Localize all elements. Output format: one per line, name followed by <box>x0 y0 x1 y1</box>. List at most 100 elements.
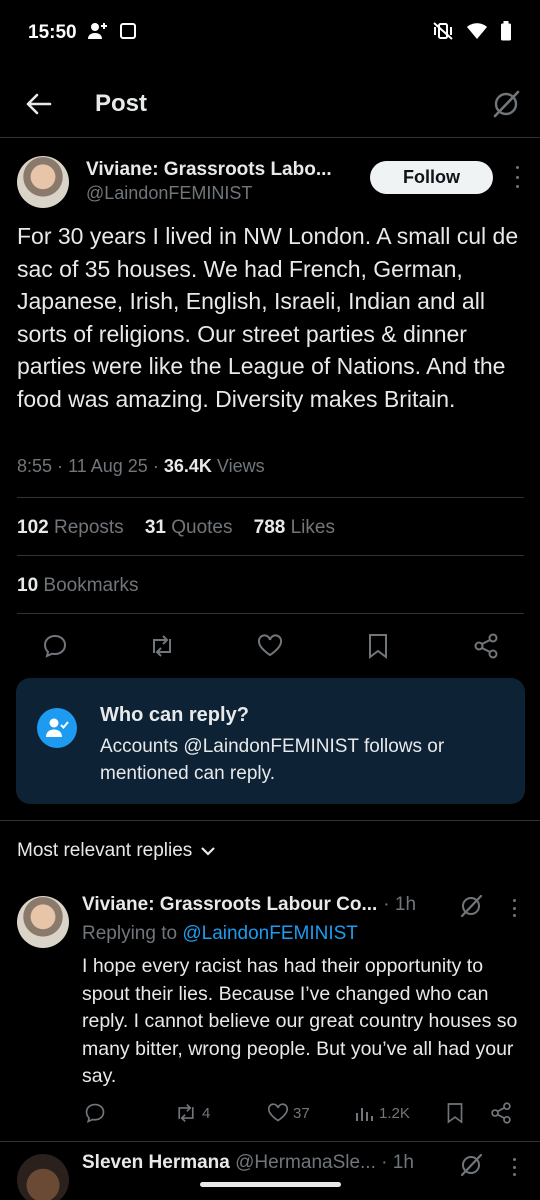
more-options-button[interactable] <box>510 899 518 917</box>
more-dot <box>512 899 516 902</box>
more-options-button[interactable] <box>510 1158 518 1176</box>
bookmark-icon <box>369 634 387 659</box>
quotes-stat[interactable]: 31 Quotes <box>145 517 233 538</box>
repost-icon <box>178 1103 194 1123</box>
repost-icon <box>153 635 171 657</box>
status-right <box>432 20 512 46</box>
divider <box>0 820 540 821</box>
reply-author-name[interactable]: Sleven Hermana <box>82 1152 230 1173</box>
reply-button[interactable] <box>84 1100 106 1126</box>
repost-button[interactable]: 4 <box>174 1100 210 1126</box>
bookmarks-stat[interactable]: 10 Bookmarks <box>17 575 138 597</box>
more-dot <box>512 1158 516 1161</box>
chevron-down-icon <box>201 847 216 856</box>
bookmark-button[interactable] <box>446 1100 464 1126</box>
divider <box>17 497 524 498</box>
grok-icon <box>460 1153 483 1177</box>
more-dot <box>515 166 519 169</box>
views-count[interactable]: 36.4K <box>164 456 212 476</box>
share-icon <box>474 633 498 659</box>
avatar[interactable] <box>17 156 69 208</box>
heart-icon <box>257 634 283 657</box>
post-time: 8:55 <box>17 456 53 476</box>
reply-icon <box>43 634 67 658</box>
analytics-icon <box>356 1108 373 1121</box>
reply-author-handle[interactable]: @HermanaSle... <box>235 1152 376 1173</box>
share-button[interactable] <box>472 632 500 660</box>
reply-text: I hope every racist has had their opport… <box>82 955 518 1087</box>
views-button[interactable]: 1.2K <box>355 1100 410 1126</box>
meta-separator: · <box>152 456 164 476</box>
reply-time: · 1h <box>383 894 417 915</box>
who-can-reply-title: Who can reply? <box>100 704 249 726</box>
reply-icon <box>85 1103 105 1123</box>
quotes-label: Quotes <box>171 517 233 538</box>
add-user-icon <box>87 21 109 46</box>
replies-sort-label: Most relevant replies <box>17 840 193 861</box>
bookmarks-count: 10 <box>17 575 39 596</box>
likes-count: 788 <box>253 517 286 538</box>
likes-label: Likes <box>290 517 335 538</box>
bookmark-icon <box>447 1103 463 1124</box>
follow-button[interactable]: Follow <box>370 161 493 194</box>
like-button[interactable]: 37 <box>267 1100 310 1126</box>
divider <box>17 555 524 556</box>
post-actions <box>0 632 540 662</box>
more-dot <box>512 914 516 917</box>
more-dot <box>512 1165 516 1169</box>
reply-actions: 4 37 1.2K <box>0 1100 540 1128</box>
main-post: Viviane: Grassroots Labo... @LaindonFEMI… <box>0 140 540 804</box>
more-dot <box>512 1173 516 1176</box>
author-handle[interactable]: @LaindonFEMINIST <box>86 183 252 204</box>
reposts-stat[interactable]: 102 Reposts <box>17 517 124 538</box>
reposts-label: Reposts <box>53 517 124 538</box>
battery-icon <box>500 20 512 46</box>
share-button[interactable] <box>490 1100 512 1126</box>
mention-link[interactable]: @LaindonFEMINIST <box>182 923 358 944</box>
meta-separator: · <box>57 456 69 476</box>
reply-item[interactable]: Viviane: Grassroots Labour Co... · 1h Re… <box>0 880 540 1140</box>
grok-button[interactable] <box>458 1152 484 1178</box>
reply-header: Viviane: Grassroots Labour Co... · 1h <box>82 894 416 916</box>
grok-button[interactable] <box>488 86 524 122</box>
avatar[interactable] <box>17 1154 69 1200</box>
screen-icon <box>119 22 137 45</box>
who-can-reply-card: Who can reply? Accounts @LaindonFEMINIST… <box>16 678 525 804</box>
bookmark-button[interactable] <box>364 632 392 660</box>
reply-time: · 1h <box>381 1152 414 1173</box>
reply-button[interactable] <box>41 632 69 660</box>
repost-button[interactable] <box>148 632 176 660</box>
post-text: For 30 years I lived in NW London. A sma… <box>17 223 519 412</box>
post-author-row: Viviane: Grassroots Labo... @LaindonFEMI… <box>0 140 540 222</box>
more-options-button[interactable] <box>512 166 522 188</box>
likes-stat[interactable]: 788 Likes <box>254 517 335 538</box>
quotes-count: 31 <box>144 517 166 538</box>
view-count: 1.2K <box>379 1104 410 1122</box>
engagement-stats: 102 Reposts 31 Quotes 788 Likes <box>17 517 335 539</box>
vibrate-off-icon <box>432 21 454 46</box>
avatar[interactable] <box>17 896 69 948</box>
back-button[interactable] <box>22 88 54 120</box>
like-button[interactable] <box>256 632 284 660</box>
like-count: 37 <box>293 1104 310 1122</box>
grok-icon <box>460 894 483 918</box>
share-icon <box>491 1102 511 1124</box>
post-meta: 8:55 · 11 Aug 25 · 36.4K Views <box>17 456 265 477</box>
divider <box>17 613 524 614</box>
who-can-reply-icon <box>37 708 77 748</box>
reply-author-name[interactable]: Viviane: Grassroots Labour Co... <box>82 894 377 916</box>
status-left: 15:50 <box>28 21 137 46</box>
reply-header: Sleven Hermana @HermanaSle... · 1h <box>82 1152 414 1174</box>
reply-item[interactable]: Sleven Hermana @HermanaSle... · 1h <box>0 1142 540 1200</box>
grok-icon <box>493 90 520 118</box>
home-indicator[interactable] <box>200 1182 341 1187</box>
replying-to: Replying to @LaindonFEMINIST <box>82 923 358 945</box>
repost-count: 4 <box>202 1104 211 1122</box>
grok-button[interactable] <box>458 893 484 919</box>
heart-icon <box>267 1103 289 1122</box>
status-time: 15:50 <box>28 22 77 43</box>
replying-to-prefix: Replying to <box>82 923 178 944</box>
author-name[interactable]: Viviane: Grassroots Labo... <box>86 159 332 181</box>
wifi-icon <box>466 22 488 45</box>
replies-sort-dropdown[interactable]: Most relevant replies <box>17 840 216 862</box>
